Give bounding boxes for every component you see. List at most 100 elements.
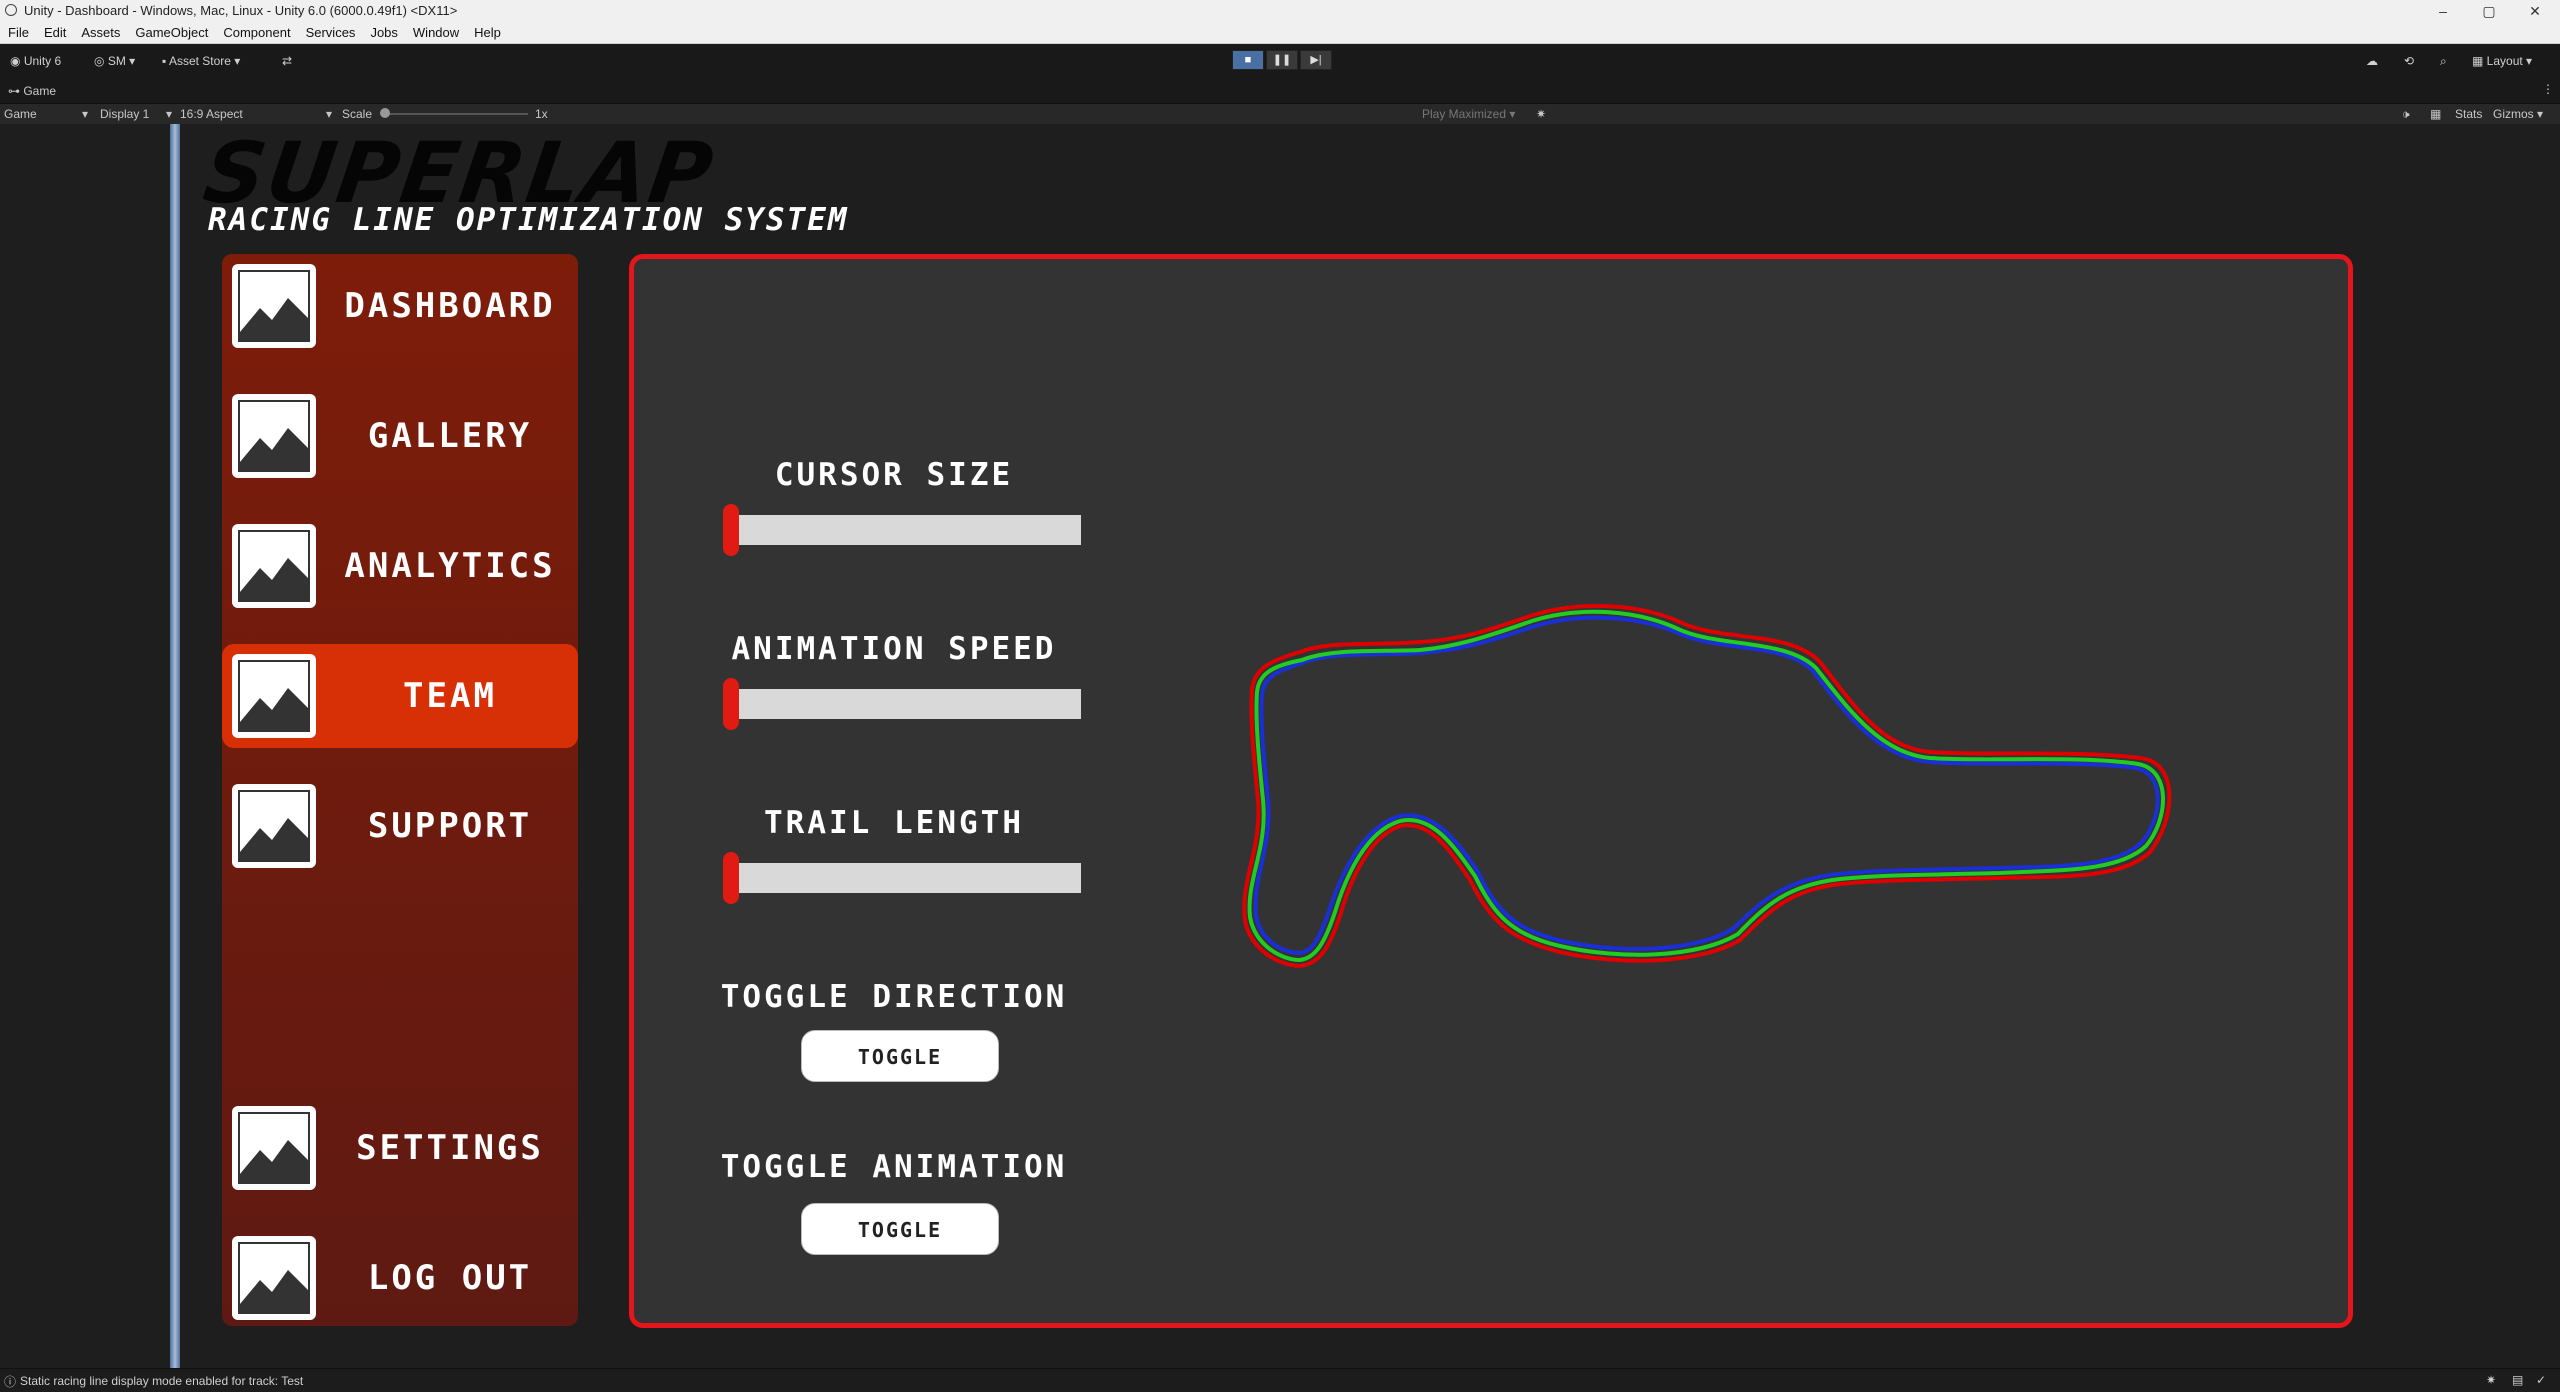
aspect-dropdown[interactable]: 16:9 Aspect ▾ — [180, 106, 332, 122]
asset-store-label: Asset Store — [168, 54, 231, 68]
nav-item-support[interactable]: SUPPORT — [222, 774, 578, 878]
network-icon[interactable]: ▤ — [2512, 1373, 2523, 1387]
gizmos-dropdown[interactable]: Gizmos ▾ — [2493, 106, 2543, 122]
chevron-down-icon: ▾ — [81, 107, 88, 121]
aspect-label: 16:9 Aspect — [180, 107, 243, 121]
maximize-button[interactable]: ▢ — [2466, 0, 2512, 22]
play-mode-label: Play Maximized — [1422, 107, 1507, 121]
menu-gameobject[interactable]: GameObject — [127, 22, 215, 40]
nav-label: TEAM — [403, 676, 497, 716]
unity-version-label: Unity 6 — [23, 54, 62, 68]
bug-icon[interactable]: ✷ — [1536, 106, 1546, 122]
trail-length-slider-handle[interactable] — [723, 852, 739, 904]
info-icon: ⓘ — [4, 1375, 17, 1389]
display-label: Display 1 — [100, 107, 150, 121]
scale-slider-handle[interactable] — [380, 108, 390, 118]
chevron-down-icon: ▾ — [325, 107, 332, 121]
bag-icon: ▪ — [162, 54, 169, 68]
game-mode-label: Game — [4, 107, 37, 121]
game-tab-row: ⊶ Game ⋮ — [0, 78, 2560, 104]
trail-length-slider[interactable] — [723, 852, 1081, 904]
minimize-button[interactable]: – — [2420, 0, 2466, 22]
chevron-down-icon: ▾ — [125, 54, 136, 68]
grid-icon[interactable]: ▦ — [2430, 106, 2441, 122]
status-bar: ⓘ Static racing line display mode enable… — [0, 1368, 2560, 1392]
tab-game[interactable]: ⊶ Game — [8, 84, 56, 98]
stats-button[interactable]: Stats — [2455, 106, 2482, 122]
game-view-edge — [170, 124, 180, 1368]
bug-icon[interactable]: ✷ — [2486, 1373, 2496, 1387]
track-outer-boundary — [1242, 604, 2172, 969]
animation-speed-slider[interactable] — [723, 678, 1081, 730]
chevron-down-icon: ▾ — [1506, 107, 1516, 121]
layout-dropdown[interactable]: ▦ Layout ▾ — [2472, 52, 2532, 70]
search-icon[interactable]: ⌕ — [2440, 52, 2447, 70]
unity-version-button[interactable]: ◉ Unity 6 — [10, 52, 61, 70]
image-placeholder-icon — [232, 1106, 316, 1190]
nav-label: LOG OUT — [367, 1258, 533, 1298]
display-dropdown[interactable]: Display 1 ▾ — [100, 106, 172, 122]
menu-component[interactable]: Component — [215, 22, 297, 40]
window-title: Unity - Dashboard - Windows, Mac, Linux … — [24, 3, 458, 18]
play-mode-dropdown[interactable]: Play Maximized ▾ — [1422, 106, 1515, 122]
cursor-size-slider[interactable] — [723, 504, 1081, 556]
audio-mute-icon[interactable]: 🕩 — [2402, 106, 2410, 122]
nav-label: ANALYTICS — [344, 546, 556, 586]
track-visualization — [1242, 604, 2172, 969]
nav-item-log-out[interactable]: LOG OUT — [222, 1226, 578, 1330]
play-button[interactable]: ■ — [1232, 50, 1264, 70]
check-icon[interactable]: ✓ — [2536, 1373, 2546, 1387]
menu-jobs[interactable]: Jobs — [362, 22, 404, 40]
menu-assets[interactable]: Assets — [73, 22, 127, 40]
menu-edit[interactable]: Edit — [36, 22, 73, 40]
gamepad-icon: ⊶ — [8, 84, 24, 98]
trail-length-label: TRAIL LENGTH — [764, 805, 1024, 841]
nav-item-analytics[interactable]: ANALYTICS — [222, 514, 578, 618]
main-toolbar: ◉ Unity 6 ◎ SM ▾ ▪ Asset Store ▾ ⇄ ■ ❚❚ … — [0, 44, 2560, 78]
cursor-size-label: CURSOR SIZE — [774, 457, 1014, 493]
account-dropdown[interactable]: ◎ SM ▾ — [94, 52, 135, 70]
cursor-size-slider-handle[interactable] — [723, 504, 739, 556]
chevron-down-icon: ▾ — [2522, 54, 2533, 68]
nav-label: GALLERY — [367, 416, 533, 456]
pause-button[interactable]: ❚❚ — [1266, 50, 1298, 70]
nav-label: SETTINGS — [356, 1128, 544, 1168]
unity-logo-icon — [5, 4, 17, 16]
menu-window[interactable]: Window — [405, 22, 466, 40]
version-control-icon[interactable]: ⇄ — [282, 52, 292, 70]
asset-store-button[interactable]: ▪ Asset Store ▾ — [162, 52, 240, 70]
racing-line — [1247, 609, 2165, 963]
nav-item-gallery[interactable]: GALLERY — [222, 384, 578, 488]
menu-services[interactable]: Services — [298, 22, 363, 40]
toggle-animation-button[interactable]: TOGGLE — [801, 1203, 999, 1255]
toggle-direction-button[interactable]: TOGGLE — [801, 1030, 999, 1082]
nav-label: DASHBOARD — [344, 286, 556, 326]
menu-file[interactable]: File — [0, 22, 36, 40]
scale-slider-track[interactable] — [383, 113, 528, 115]
toggle-direction-label: TOGGLE DIRECTION — [720, 979, 1068, 1015]
more-options-icon[interactable]: ⋮ — [2542, 82, 2554, 96]
account-icon: ◎ — [94, 54, 108, 68]
chevron-down-icon: ▾ — [2533, 107, 2544, 121]
app-tagline: RACING LINE OPTIMIZATION SYSTEM — [208, 202, 849, 238]
history-icon[interactable]: ⟲ — [2404, 52, 2414, 70]
game-view-controls: Game ▾ Display 1 ▾ 16:9 Aspect ▾ Scale 1x P… — [0, 104, 2560, 124]
step-button[interactable]: ▶| — [1300, 50, 1332, 70]
image-placeholder-icon — [232, 1236, 316, 1320]
toggle-animation-label: TOGGLE ANIMATION — [720, 1149, 1068, 1185]
game-mode-dropdown[interactable]: Game ▾ — [4, 106, 88, 122]
nav-item-dashboard[interactable]: DASHBOARD — [222, 254, 578, 358]
nav-item-settings[interactable]: SETTINGS — [222, 1096, 578, 1200]
account-label: SM — [107, 54, 126, 68]
close-button[interactable]: ✕ — [2512, 0, 2558, 22]
status-message[interactable]: Static racing line display mode enabled … — [20, 1374, 303, 1388]
image-placeholder-icon — [232, 784, 316, 868]
track-inner-line — [1253, 615, 2160, 956]
animation-speed-slider-handle[interactable] — [723, 678, 739, 730]
menu-help[interactable]: Help — [466, 22, 508, 40]
image-placeholder-icon — [232, 654, 316, 738]
nav-item-team[interactable]: TEAM — [222, 644, 578, 748]
cloud-icon[interactable]: ☁ — [2366, 52, 2378, 70]
window-title-bar: Unity - Dashboard - Windows, Mac, Linux … — [0, 0, 2560, 22]
scale-value: 1x — [535, 107, 548, 121]
